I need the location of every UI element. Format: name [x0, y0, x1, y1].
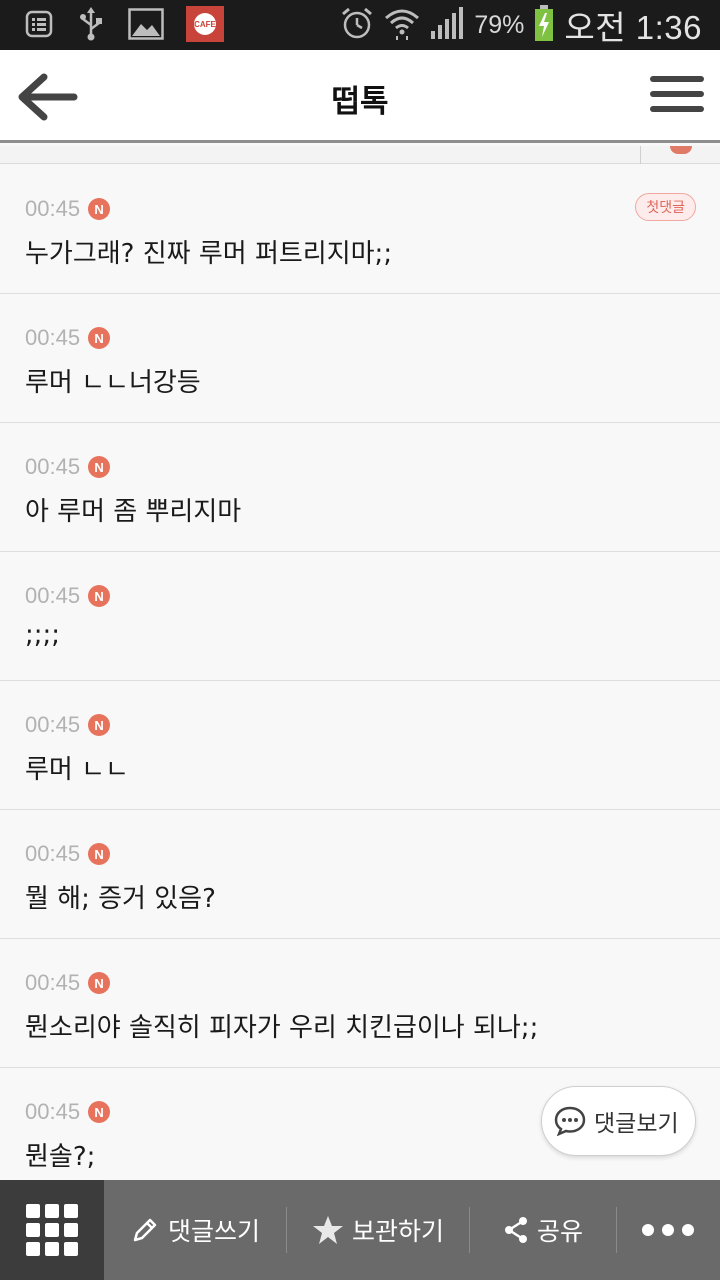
more-button[interactable]: [617, 1180, 718, 1280]
comment-item: 00:45 N 뭘 해; 증거 있음?: [0, 810, 720, 939]
divider: [640, 146, 641, 164]
share-icon: [504, 1217, 527, 1243]
comment-time: 00:45: [25, 712, 81, 737]
usb-icon: [76, 7, 106, 41]
comment-time: 00:45: [25, 196, 81, 221]
new-badge: N: [88, 1101, 111, 1123]
grid-menu-button[interactable]: [0, 1180, 104, 1280]
hamburger-icon-bar: [650, 106, 704, 112]
comment-time: 00:45: [25, 1099, 81, 1124]
comment-time: 00:45: [25, 841, 81, 866]
star-icon: [312, 1216, 343, 1244]
first-comment-tag: 첫댓글: [635, 193, 696, 221]
notification-list-icon: [24, 8, 54, 40]
new-badge: N: [88, 456, 111, 478]
more-dots-icon: [641, 1224, 694, 1236]
cafe-app-icon: CAFE: [186, 6, 224, 42]
subbar-badge: [670, 146, 692, 154]
new-badge: N: [88, 327, 111, 349]
write-comment-label: 댓글쓰기: [167, 1217, 260, 1246]
comment-item: 00:45 N 루머 ㄴㄴ너강등: [0, 294, 720, 423]
app-header: 떱톡: [0, 50, 720, 143]
share-label: 공유: [536, 1217, 583, 1246]
signal-icon: [430, 7, 464, 43]
clock: 오전 1:36: [564, 9, 702, 46]
view-comments-label: 댓글보기: [594, 1111, 679, 1137]
comment-text: 아 루머 좀 뿌리지마: [25, 497, 242, 527]
write-comment-button[interactable]: 댓글쓰기: [104, 1180, 286, 1280]
subbar: [0, 146, 720, 164]
chat-bubble-icon: [554, 1106, 586, 1136]
comment-text: 뭔소리야 솔직히 피자가 우리 치킨급이나 되나;;: [25, 1013, 539, 1043]
bottom-toolbar: 댓글쓰기 보관하기 공유: [0, 1180, 720, 1280]
menu-button[interactable]: [650, 76, 704, 118]
grid-icon: [26, 1204, 78, 1256]
share-button[interactable]: 공유: [470, 1180, 616, 1280]
alarm-icon: [340, 6, 374, 44]
comment-time: 00:45: [25, 325, 81, 350]
gallery-icon: [128, 8, 164, 40]
comment-list: 00:45 N 첫댓글 누가그래? 진짜 루머 퍼트리지마;; 00:45 N …: [0, 165, 720, 1197]
comment-text: 루머 ㄴㄴ: [25, 755, 129, 785]
comment-item: 00:45 N 첫댓글 누가그래? 진짜 루머 퍼트리지마;;: [0, 165, 720, 294]
battery-charging-icon: [534, 5, 554, 45]
new-badge: N: [88, 843, 111, 865]
comment-time: 00:45: [25, 970, 81, 995]
bookmark-button[interactable]: 보관하기: [287, 1180, 469, 1280]
comment-text: 누가그래? 진짜 루머 퍼트리지마;;: [25, 239, 393, 269]
comment-time: 00:45: [25, 583, 81, 608]
new-badge: N: [88, 198, 111, 220]
hamburger-icon-bar: [650, 76, 704, 82]
bookmark-label: 보관하기: [351, 1217, 444, 1246]
comment-text: ;;;;: [25, 620, 61, 650]
page-title: 떱톡: [331, 84, 389, 120]
new-badge: N: [88, 972, 111, 994]
battery-percent: 79%: [474, 10, 525, 39]
wifi-icon: [384, 6, 420, 44]
pencil-icon: [133, 1218, 157, 1242]
view-comments-button[interactable]: 댓글보기: [541, 1086, 696, 1156]
comment-text: 뭔솔?;: [25, 1142, 96, 1172]
new-badge: N: [88, 714, 111, 736]
status-bar: CAFE 79% 오전 1:36: [0, 0, 720, 50]
hamburger-icon-bar: [650, 91, 704, 97]
comment-text: 뭘 해; 증거 있음?: [25, 884, 216, 914]
comment-time: 00:45: [25, 454, 81, 479]
comment-item: 00:45 N ;;;;: [0, 552, 720, 681]
comment-item: 00:45 N 아 루머 좀 뿌리지마: [0, 423, 720, 552]
comment-item: 00:45 N 루머 ㄴㄴ: [0, 681, 720, 810]
new-badge: N: [88, 585, 111, 607]
svg-text:CAFE: CAFE: [194, 20, 216, 29]
comment-item: 00:45 N 뭔소리야 솔직히 피자가 우리 치킨급이나 되나;;: [0, 939, 720, 1068]
comment-text: 루머 ㄴㄴ너강등: [25, 368, 201, 398]
